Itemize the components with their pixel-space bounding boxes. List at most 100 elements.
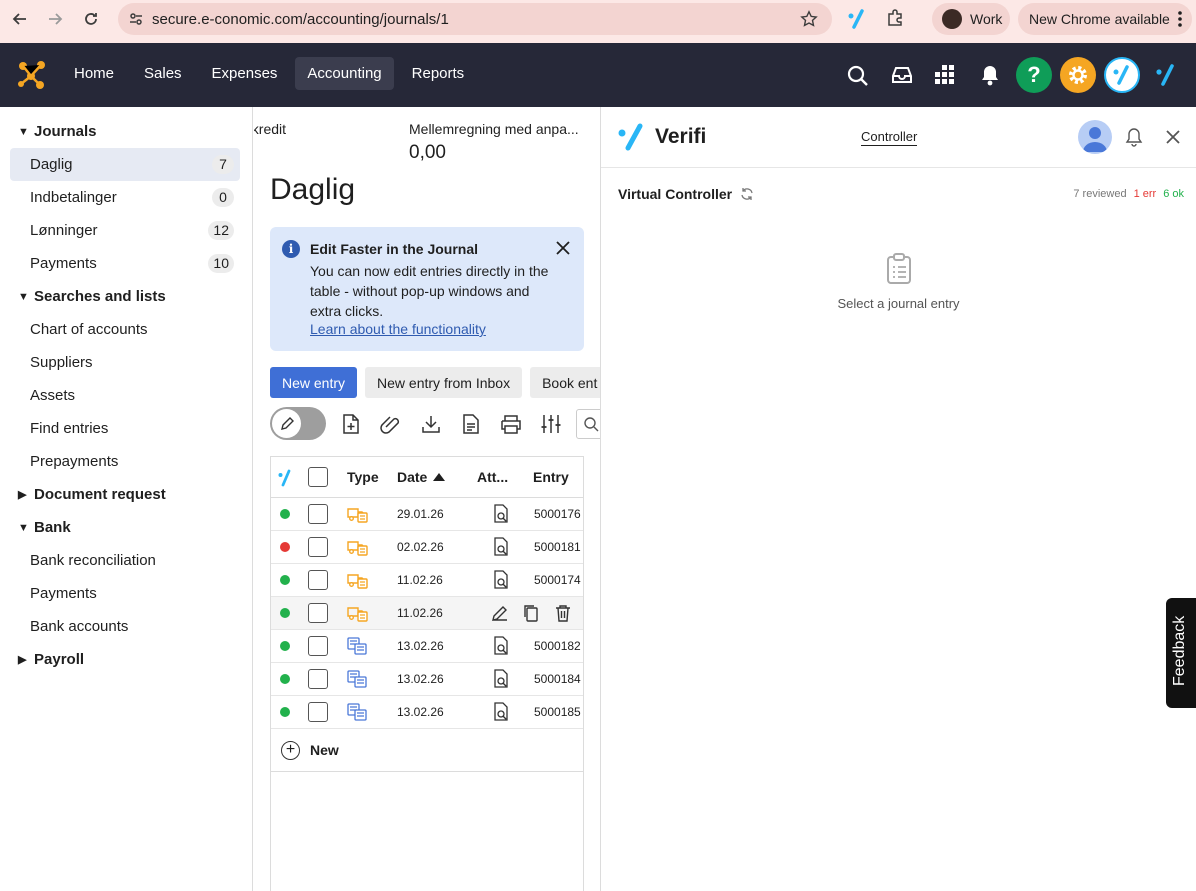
import-tool[interactable] [456, 409, 486, 439]
site-settings-icon[interactable] [128, 11, 144, 27]
search-icon[interactable] [847, 65, 869, 87]
feedback-tab[interactable]: Feedback [1166, 598, 1196, 708]
attach-tool[interactable] [376, 409, 406, 439]
sidebar-item-bank-accounts[interactable]: Bank accounts [10, 610, 240, 643]
table-row[interactable]: 13.02.26 5000182 [271, 630, 583, 663]
book-entries-button[interactable]: Book ent [530, 367, 600, 398]
row-checkbox[interactable] [308, 603, 328, 623]
entry-date[interactable]: 11.02.26 [397, 597, 443, 629]
row-checkbox[interactable] [308, 636, 328, 656]
sidebar-item-suppliers[interactable]: Suppliers [10, 346, 240, 379]
column-header-attachments[interactable]: Att... [477, 457, 508, 497]
address-bar[interactable]: secure.e-conomic.com/accounting/journals… [118, 3, 832, 35]
e-conomic-logo-icon[interactable] [16, 58, 48, 90]
edit-mode-toggle[interactable] [270, 407, 326, 440]
columns-settings-tool[interactable] [536, 409, 566, 439]
table-row[interactable]: 13.02.26 5000184 [271, 663, 583, 696]
new-entry-from-inbox-button[interactable]: New entry from Inbox [365, 367, 523, 398]
entry-number[interactable]: 5000176 [534, 498, 581, 530]
notification-bell-icon[interactable] [980, 64, 1000, 86]
entry-number[interactable]: 5000185 [534, 696, 581, 728]
row-checkbox[interactable] [308, 702, 328, 722]
table-row[interactable]: 13.02.26 5000185 [271, 696, 583, 729]
view-attachment-button[interactable] [493, 564, 509, 596]
table-row[interactable]: 11.02.26 [271, 597, 583, 630]
apps-grid-icon[interactable] [935, 65, 955, 85]
entry-date[interactable]: 13.02.26 [397, 663, 444, 695]
table-search-button[interactable] [576, 408, 600, 439]
close-icon[interactable] [1165, 129, 1181, 145]
delete-entry-button[interactable] [555, 597, 571, 629]
sidebar-item-payments-bank[interactable]: Payments [10, 577, 240, 610]
close-icon[interactable] [556, 241, 570, 255]
nav-expenses[interactable]: Expenses [200, 57, 290, 90]
entry-date[interactable]: 29.01.26 [397, 498, 444, 530]
table-row[interactable]: 11.02.26 5000174 [271, 564, 583, 597]
sidebar-group-searches[interactable]: ▼ Searches and lists [0, 280, 252, 313]
entry-number[interactable]: 5000181 [534, 531, 581, 563]
refresh-icon[interactable] [740, 187, 754, 201]
profile-chip[interactable]: Work [932, 3, 1010, 35]
forward-button[interactable] [37, 1, 73, 37]
verifi-app-button[interactable] [1104, 57, 1140, 93]
row-checkbox[interactable] [308, 504, 328, 524]
verifi-mark-icon[interactable] [1154, 63, 1178, 87]
verifi-extension-icon[interactable] [846, 8, 868, 30]
extensions-puzzle-icon[interactable] [886, 9, 904, 27]
entry-number[interactable]: 5000174 [534, 564, 581, 596]
row-checkbox[interactable] [308, 669, 328, 689]
table-row[interactable]: 02.02.26 5000181 [271, 531, 583, 564]
entry-number[interactable]: 5000182 [534, 630, 581, 662]
column-header-type[interactable]: Type [347, 457, 379, 497]
reload-button[interactable] [73, 1, 109, 37]
sidebar-item-find-entries[interactable]: Find entries [10, 412, 240, 445]
table-row[interactable]: 29.01.26 5000176 [271, 498, 583, 531]
column-header-date[interactable]: Date [397, 457, 446, 497]
view-attachment-button[interactable] [493, 630, 509, 662]
new-row-button[interactable]: + New [271, 729, 583, 772]
inbox-icon[interactable] [891, 65, 913, 85]
url-text[interactable]: secure.e-conomic.com/accounting/journals… [152, 11, 449, 28]
nav-reports[interactable]: Reports [400, 57, 477, 90]
entry-date[interactable]: 13.02.26 [397, 630, 444, 662]
nav-sales[interactable]: Sales [132, 57, 194, 90]
print-tool[interactable] [496, 409, 526, 439]
row-checkbox[interactable] [308, 537, 328, 557]
notification-bell-icon[interactable] [1125, 127, 1143, 147]
sidebar-group-payroll[interactable]: ▶ Payroll [0, 643, 252, 676]
sidebar-item-chart-of-accounts[interactable]: Chart of accounts [10, 313, 240, 346]
row-checkbox[interactable] [308, 570, 328, 590]
view-attachment-button[interactable] [493, 696, 509, 728]
edit-entry-button[interactable] [491, 597, 509, 629]
view-attachment-button[interactable] [493, 663, 509, 695]
bookmark-star-icon[interactable] [800, 10, 818, 28]
sidebar-item-prepayments[interactable]: Prepayments [10, 445, 240, 478]
entry-number[interactable]: 5000184 [534, 663, 581, 695]
help-button[interactable]: ? [1016, 57, 1052, 93]
sidebar-item-indbetalinger[interactable]: Indbetalinger 0 [10, 181, 240, 214]
sidebar-item-lonninger[interactable]: Lønninger 12 [10, 214, 240, 247]
tab-controller[interactable]: Controller [861, 129, 918, 146]
sidebar-item-bank-reconciliation[interactable]: Bank reconciliation [10, 544, 240, 577]
update-chip[interactable]: New Chrome available [1018, 3, 1192, 35]
sidebar-item-payments-journal[interactable]: Payments 10 [10, 247, 240, 280]
view-attachment-button[interactable] [493, 498, 509, 530]
download-tool[interactable] [416, 409, 446, 439]
learn-more-link[interactable]: Learn about the functionality [310, 321, 486, 337]
entry-date[interactable]: 02.02.26 [397, 531, 444, 563]
back-button[interactable] [2, 1, 38, 37]
sidebar-group-document-request[interactable]: ▶ Document request [0, 478, 252, 511]
entry-date[interactable]: 11.02.26 [397, 564, 443, 596]
new-entry-button[interactable]: New entry [270, 367, 358, 398]
column-header-entry[interactable]: Entry [533, 457, 569, 497]
sidebar-group-bank[interactable]: ▼ Bank [0, 511, 252, 544]
view-attachment-button[interactable] [493, 531, 509, 563]
copy-entry-button[interactable] [523, 597, 539, 629]
avatar[interactable] [1078, 120, 1112, 154]
settings-button[interactable] [1060, 57, 1096, 93]
nav-accounting[interactable]: Accounting [295, 57, 394, 90]
sidebar-item-assets[interactable]: Assets [10, 379, 240, 412]
sidebar-group-journals[interactable]: ▼ Journals [0, 115, 252, 148]
entry-date[interactable]: 13.02.26 [397, 696, 444, 728]
select-all-checkbox[interactable] [308, 467, 328, 487]
